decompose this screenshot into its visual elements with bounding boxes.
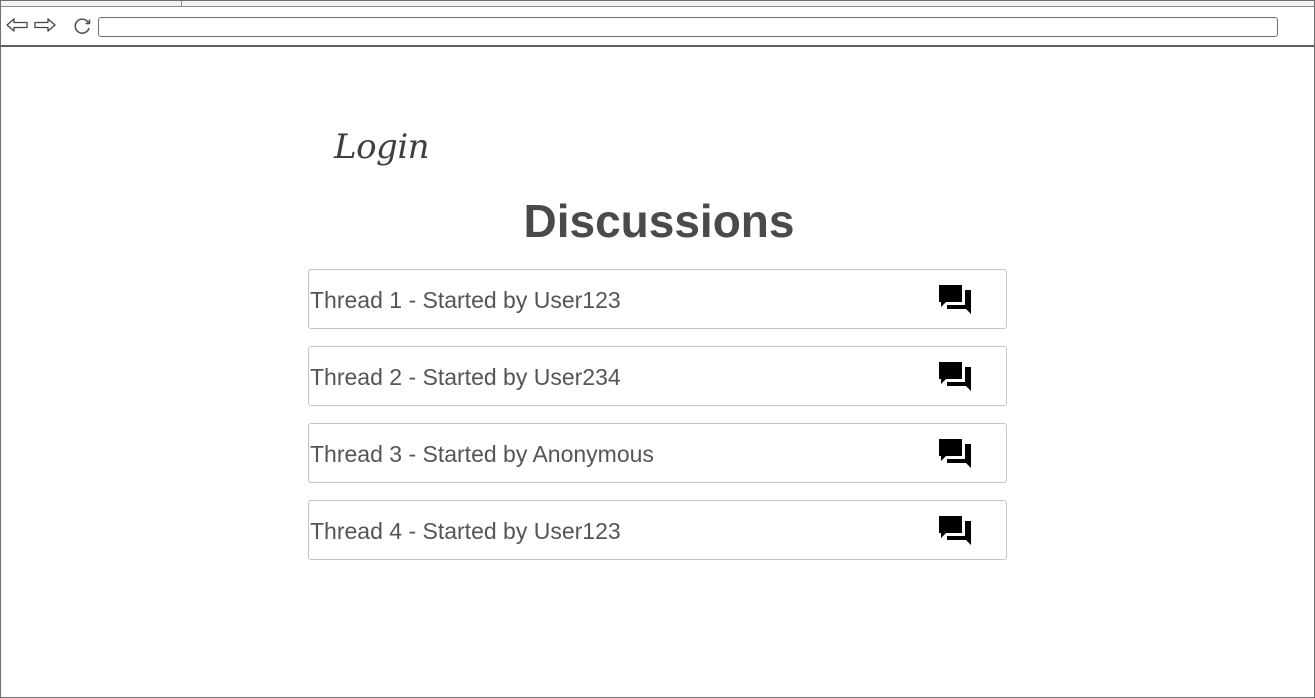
thread-item[interactable]: Thread 2 - Started by User234	[308, 346, 1007, 406]
thread-title: Thread 1 - Started by User123	[310, 287, 621, 313]
page-title: Discussions	[523, 195, 795, 247]
login-link[interactable]: Login	[334, 127, 430, 167]
thread-title: Thread 4 - Started by User123	[310, 518, 621, 544]
thread-item[interactable]: Thread 1 - Started by User123	[308, 269, 1007, 329]
back-arrow-icon[interactable]	[6, 18, 28, 32]
thread-item[interactable]: Thread 3 - Started by Anonymous	[308, 423, 1007, 483]
browser-window: Login Discussions Thread 1 - Started by …	[0, 0, 1315, 698]
thread-title: Thread 3 - Started by Anonymous	[310, 441, 654, 467]
thread-item[interactable]: Thread 4 - Started by User123	[308, 500, 1007, 560]
chat-bubbles-icon[interactable]	[938, 284, 972, 316]
thread-list: Thread 1 - Started by User123 Thread 2 -…	[308, 269, 1009, 577]
tab-edge	[181, 1, 182, 6]
chat-bubbles-icon[interactable]	[938, 438, 972, 470]
forward-arrow-icon[interactable]	[34, 18, 56, 32]
address-bar[interactable]	[98, 17, 1278, 37]
chat-bubbles-icon[interactable]	[938, 515, 972, 547]
thread-title: Thread 2 - Started by User234	[310, 364, 621, 390]
chat-bubbles-icon[interactable]	[938, 361, 972, 393]
browser-toolbar	[1, 7, 1314, 47]
reload-icon[interactable]	[73, 16, 93, 36]
